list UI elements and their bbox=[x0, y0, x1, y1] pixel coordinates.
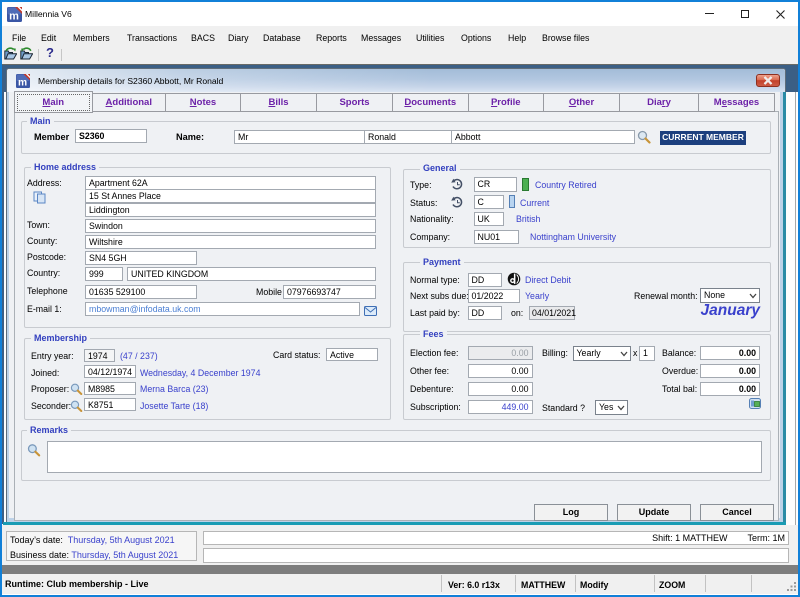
svg-text:m: m bbox=[9, 11, 19, 23]
